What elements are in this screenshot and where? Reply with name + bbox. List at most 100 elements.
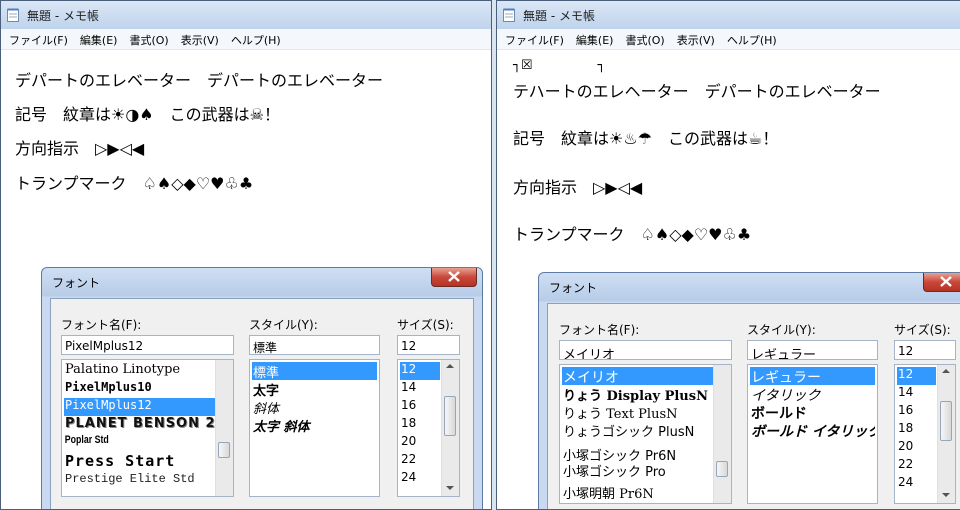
close-button[interactable] bbox=[923, 273, 960, 292]
text-line: 方向指示 ▷▶◁◀ bbox=[513, 178, 643, 197]
menu-format[interactable]: 書式(O) bbox=[619, 29, 670, 48]
style-list-item-selected[interactable]: レギュラー bbox=[750, 367, 875, 385]
notepad-window-left: 無題 - メモ帳 ファイル(F) 編集(E) 書式(O) 表示(V) ヘルプ(H) デパ… bbox=[0, 0, 492, 510]
style-list-item[interactable]: 太字 斜体 bbox=[252, 416, 377, 434]
text-line: トランプマーク ♤♠◇◆♡♥♧♣ bbox=[513, 225, 752, 244]
font-name-label: フォント名(F): bbox=[559, 323, 640, 337]
text-line: テハートのエレヘーター デパートのエレベーター bbox=[513, 82, 881, 101]
dialog-title: フォント bbox=[549, 281, 598, 295]
size-list[interactable]: 12 14 16 18 20 22 24 bbox=[397, 359, 460, 497]
scrollbar-thumb[interactable] bbox=[940, 401, 952, 441]
menu-bar: ファイル(F) 編集(E) 書式(O) 表示(V) ヘルプ(H) bbox=[1, 29, 491, 50]
font-list-item[interactable]: PLANET BENSON 2 bbox=[64, 416, 231, 434]
text-line: 方向指示 ▷▶◁◀ bbox=[15, 139, 145, 158]
notepad-icon bbox=[503, 8, 515, 22]
size-list-item[interactable]: 16 bbox=[400, 398, 440, 416]
size-list-scrollbar[interactable] bbox=[937, 365, 955, 503]
window-title: 無題 - メモ帳 bbox=[523, 9, 595, 23]
size-list-item[interactable]: 14 bbox=[400, 380, 440, 398]
font-list-item[interactable]: りょうゴシック PlusN bbox=[562, 421, 729, 439]
style-list-item[interactable]: ボールド イタリック bbox=[750, 421, 875, 439]
font-list-item[interactable]: Poplar Std bbox=[64, 434, 198, 452]
font-list-item[interactable]: PixelMplus10 bbox=[64, 380, 231, 398]
style-list-item-selected[interactable]: 標準 bbox=[252, 362, 377, 380]
dialog-body: フォント名(F): スタイル(Y): サイズ(S): PixelMplus12 … bbox=[50, 298, 474, 509]
close-button[interactable] bbox=[431, 268, 477, 287]
scrollbar-thumb[interactable] bbox=[716, 461, 728, 477]
font-list[interactable]: メイリオ りょう Display PlusN りょう Text PlusN りょ… bbox=[559, 364, 732, 504]
style-list-item[interactable]: イタリック bbox=[750, 385, 875, 403]
size-list[interactable]: 12 14 16 18 20 22 24 bbox=[894, 364, 956, 504]
dialog-body: フォント名(F): スタイル(Y): サイズ(S): メイリオ レギュラー 12… bbox=[547, 303, 960, 509]
size-list-item[interactable]: 14 bbox=[897, 385, 936, 403]
size-list-item[interactable]: 18 bbox=[400, 416, 440, 434]
title-bar[interactable]: 無題 - メモ帳 bbox=[1, 1, 491, 30]
scroll-down-arrow-icon[interactable] bbox=[446, 486, 454, 490]
size-list-item[interactable]: 24 bbox=[897, 475, 936, 493]
size-list-item-selected[interactable]: 12 bbox=[400, 362, 440, 380]
font-list-scrollbar[interactable] bbox=[215, 360, 233, 496]
scrollbar-thumb[interactable] bbox=[218, 442, 230, 458]
close-icon bbox=[448, 271, 460, 282]
menu-format[interactable]: 書式(O) bbox=[123, 29, 174, 48]
size-label: サイズ(S): bbox=[894, 323, 951, 337]
scroll-up-arrow-icon[interactable] bbox=[446, 364, 454, 368]
style-input[interactable]: レギュラー bbox=[747, 340, 878, 360]
notepad-window-right: 無題 - メモ帳 ファイル(F) 編集(E) 書式(O) 表示(V) ヘルプ(H) ┐☒… bbox=[496, 0, 960, 510]
font-list-item[interactable]: 小塚ゴシック Pro bbox=[562, 461, 729, 479]
font-list-item[interactable]: Prestige Elite Std bbox=[64, 472, 231, 490]
text-line: デパートのエレベーター デパートのエレベーター bbox=[15, 71, 384, 90]
menu-view[interactable]: 表示(V) bbox=[671, 29, 721, 48]
menu-edit[interactable]: 編集(E) bbox=[570, 29, 620, 48]
text-line: 記号 紋章は☀♨☂ この武器は☕！ bbox=[513, 129, 779, 148]
style-list[interactable]: 標準 太字 斜体 太字 斜体 bbox=[249, 359, 380, 497]
size-list-item[interactable]: 22 bbox=[897, 457, 936, 475]
font-list-item-selected[interactable]: メイリオ bbox=[562, 367, 729, 385]
size-input[interactable]: 12 bbox=[397, 335, 460, 355]
font-list-scrollbar[interactable] bbox=[713, 365, 731, 503]
font-list-item[interactable]: Press Start bbox=[64, 452, 231, 472]
style-list-item[interactable]: ボールド bbox=[750, 403, 875, 421]
font-dialog-right: フォント フォント名(F): スタイル(Y): サイズ(S): メイリオ レギュ… bbox=[538, 272, 960, 509]
font-name-input[interactable]: メイリオ bbox=[559, 340, 732, 360]
window-title: 無題 - メモ帳 bbox=[27, 9, 99, 23]
size-list-item[interactable]: 22 bbox=[400, 452, 440, 470]
size-list-item[interactable]: 16 bbox=[897, 403, 936, 421]
menu-file[interactable]: ファイル(F) bbox=[1, 29, 74, 48]
font-list[interactable]: Palatino Linotype PixelMplus10 PixelMplu… bbox=[61, 359, 234, 497]
size-list-item-selected[interactable]: 12 bbox=[897, 367, 936, 385]
font-list-item[interactable]: りょう Display PlusN bbox=[562, 385, 729, 403]
size-input[interactable]: 12 bbox=[894, 340, 956, 360]
size-list-item[interactable]: 18 bbox=[897, 421, 936, 439]
text-line: 記号 紋章は☀◑♠ この武器は☠！ bbox=[15, 105, 280, 124]
notepad-icon bbox=[7, 8, 19, 22]
menu-edit[interactable]: 編集(E) bbox=[74, 29, 124, 48]
style-list-item[interactable]: 太字 bbox=[252, 380, 377, 398]
menu-help[interactable]: ヘルプ(H) bbox=[721, 29, 783, 48]
font-name-label: フォント名(F): bbox=[61, 318, 142, 332]
font-list-item[interactable]: 小塚明朝 Pr6N bbox=[562, 483, 729, 501]
font-name-input[interactable]: PixelMplus12 bbox=[61, 335, 234, 355]
text-line: ┐☒ ┐ bbox=[513, 58, 606, 73]
menu-help[interactable]: ヘルプ(H) bbox=[225, 29, 287, 48]
scroll-down-arrow-icon[interactable] bbox=[942, 493, 950, 497]
size-list-item[interactable]: 24 bbox=[400, 470, 440, 488]
scrollbar-thumb[interactable] bbox=[444, 396, 456, 436]
font-list-item[interactable]: りょう Text PlusN bbox=[562, 403, 729, 421]
size-list-item[interactable]: 20 bbox=[400, 434, 440, 452]
close-icon bbox=[940, 276, 952, 287]
menu-bar: ファイル(F) 編集(E) 書式(O) 表示(V) ヘルプ(H) bbox=[497, 29, 960, 50]
style-label: スタイル(Y): bbox=[747, 323, 816, 337]
size-list-item[interactable]: 20 bbox=[897, 439, 936, 457]
text-line: トランプマーク ♤♠◇◆♡♥♧♣ bbox=[15, 174, 254, 193]
font-list-item[interactable]: Palatino Linotype bbox=[64, 362, 231, 380]
menu-file[interactable]: ファイル(F) bbox=[497, 29, 570, 48]
font-list-item-selected[interactable]: PixelMplus12 bbox=[64, 398, 231, 416]
menu-view[interactable]: 表示(V) bbox=[175, 29, 225, 48]
style-list[interactable]: レギュラー イタリック ボールド ボールド イタリック bbox=[747, 364, 878, 504]
style-input[interactable]: 標準 bbox=[249, 335, 380, 355]
title-bar[interactable]: 無題 - メモ帳 bbox=[497, 1, 960, 30]
size-list-scrollbar[interactable] bbox=[441, 360, 459, 496]
scroll-up-arrow-icon[interactable] bbox=[942, 369, 950, 373]
style-list-item[interactable]: 斜体 bbox=[252, 398, 377, 416]
